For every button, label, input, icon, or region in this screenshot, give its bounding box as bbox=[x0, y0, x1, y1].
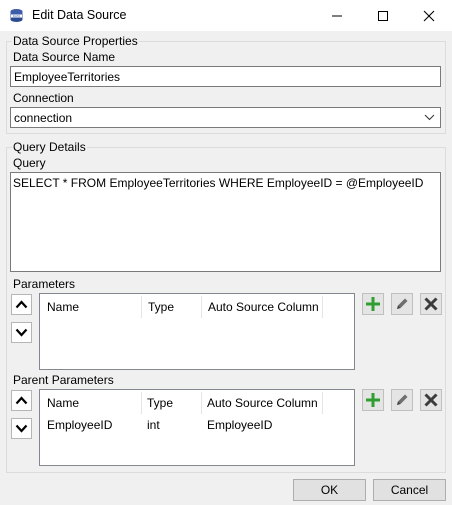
query-group-label: Query Details bbox=[12, 140, 87, 154]
chevron-up-icon bbox=[15, 300, 28, 309]
query-editor[interactable]: SELECT * FROM EmployeeTerritories WHERE … bbox=[10, 172, 441, 272]
parameters-move-up-button[interactable] bbox=[11, 294, 32, 315]
parent-parameters-grid[interactable]: Name Type Auto Source Column EmployeeID … bbox=[39, 389, 355, 466]
column-header-name[interactable]: Name bbox=[47, 396, 79, 410]
database-icon: DATA bbox=[9, 8, 24, 23]
column-divider bbox=[322, 296, 323, 318]
chevron-down-icon bbox=[15, 424, 28, 433]
column-header-type[interactable]: Type bbox=[148, 300, 174, 314]
delete-x-icon bbox=[424, 297, 438, 311]
column-divider bbox=[141, 392, 142, 414]
pencil-icon bbox=[397, 394, 408, 405]
column-header-type[interactable]: Type bbox=[147, 396, 173, 410]
parent-parameters-move-up-button[interactable] bbox=[11, 390, 32, 411]
close-icon bbox=[423, 10, 435, 21]
parent-parameters-label: Parent Parameters bbox=[13, 373, 114, 387]
parent-parameters-add-button[interactable] bbox=[362, 389, 384, 411]
parameters-add-button[interactable] bbox=[362, 293, 384, 315]
connection-value: connection bbox=[14, 111, 73, 125]
column-divider bbox=[201, 392, 202, 414]
plus-icon bbox=[366, 297, 380, 311]
chevron-up-icon bbox=[15, 396, 28, 405]
row-name-cell: EmployeeID bbox=[47, 418, 113, 432]
delete-x-icon bbox=[424, 393, 438, 407]
data-source-name-field[interactable] bbox=[10, 66, 441, 87]
query-label: Query bbox=[13, 156, 46, 170]
column-divider bbox=[141, 296, 142, 318]
row-type-cell: int bbox=[147, 418, 160, 432]
minimize-icon bbox=[332, 15, 342, 16]
parameters-edit-button[interactable] bbox=[391, 293, 413, 315]
parameters-grid-header: Name Type Auto Source Column bbox=[40, 294, 354, 320]
parent-parameters-grid-header: Name Type Auto Source Column bbox=[40, 390, 354, 416]
parameters-grid[interactable]: Name Type Auto Source Column bbox=[39, 293, 355, 370]
chevron-down-icon bbox=[15, 328, 28, 337]
table-row[interactable]: EmployeeID int EmployeeID bbox=[40, 417, 354, 437]
parameters-delete-button[interactable] bbox=[420, 293, 442, 315]
maximize-button[interactable] bbox=[360, 0, 406, 31]
connection-label: Connection bbox=[13, 91, 74, 105]
chevron-down-icon bbox=[424, 112, 435, 126]
data-source-name-label: Data Source Name bbox=[13, 50, 116, 64]
column-divider bbox=[201, 296, 202, 318]
column-header-auto-source[interactable]: Auto Source Column bbox=[207, 396, 318, 410]
pencil-icon bbox=[397, 298, 408, 309]
window-title: Edit Data Source bbox=[32, 8, 127, 22]
title-bar: DATA Edit Data Source bbox=[0, 0, 452, 31]
plus-icon bbox=[366, 393, 380, 407]
connection-select[interactable]: connection bbox=[10, 107, 441, 128]
column-header-auto-source[interactable]: Auto Source Column bbox=[208, 300, 319, 314]
cancel-button[interactable]: Cancel bbox=[373, 479, 446, 501]
column-divider bbox=[322, 392, 323, 414]
parent-parameters-move-down-button[interactable] bbox=[11, 418, 32, 439]
close-button[interactable] bbox=[406, 0, 452, 31]
maximize-icon bbox=[378, 10, 388, 21]
parameters-move-down-button[interactable] bbox=[11, 322, 32, 343]
svg-text:DATA: DATA bbox=[13, 14, 21, 18]
parameters-label: Parameters bbox=[13, 277, 76, 291]
column-header-name[interactable]: Name bbox=[47, 300, 79, 314]
minimize-button[interactable] bbox=[314, 0, 360, 31]
row-auto-source-cell: EmployeeID bbox=[207, 418, 273, 432]
ok-button[interactable]: OK bbox=[293, 479, 366, 501]
properties-group-label: Data Source Properties bbox=[12, 34, 139, 48]
query-text: SELECT * FROM EmployeeTerritories WHERE … bbox=[13, 176, 424, 190]
parent-parameters-delete-button[interactable] bbox=[420, 389, 442, 411]
parent-parameters-edit-button[interactable] bbox=[391, 389, 413, 411]
